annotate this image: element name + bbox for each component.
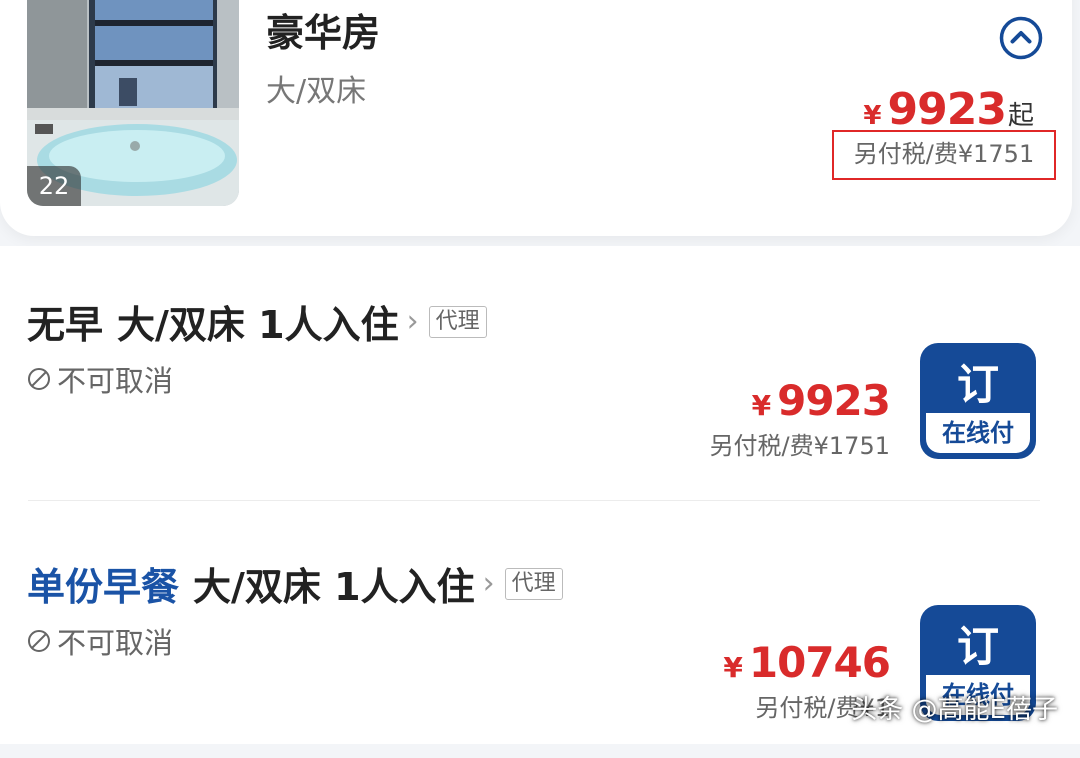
tax-fee-note-highlighted: 另付税/费¥1751 bbox=[832, 130, 1056, 180]
meal-plan: 无早 bbox=[27, 303, 104, 347]
agent-tag: 代理 bbox=[428, 305, 487, 338]
rate-price: ¥ 10746 bbox=[723, 638, 891, 687]
book-button[interactable]: 订 在线付 bbox=[920, 343, 1036, 459]
room-card: 22 豪华房 大/双床 ¥ 9923 起 另付税/费¥1751 bbox=[0, 0, 1072, 236]
price-value: 9923 bbox=[887, 84, 1007, 135]
price-from-suffix: 起 bbox=[1007, 101, 1034, 131]
rate-price: ¥ 9923 bbox=[751, 376, 891, 425]
chevron-right-icon: › bbox=[406, 304, 419, 339]
room-photo[interactable]: 22 bbox=[27, 0, 239, 206]
meal-plan: 单份早餐 bbox=[27, 565, 180, 609]
rate-plan-list: 无早 大/双床 1人入住 › 代理 不可取消 ¥ 9923 另付税/费¥1751… bbox=[0, 246, 1080, 744]
rate-plan-title[interactable]: 单份早餐 大/双床 1人入住 › 代理 bbox=[27, 556, 563, 611]
room-title: 豪华房 bbox=[266, 11, 381, 55]
cancel-policy-text: 不可取消 bbox=[57, 626, 174, 660]
photo-count-badge: 22 bbox=[27, 166, 81, 206]
book-label: 订 bbox=[956, 360, 999, 409]
rate-plan-item[interactable]: 无早 大/双床 1人入住 › 代理 不可取消 ¥ 9923 另付税/费¥1751… bbox=[0, 246, 1080, 496]
book-label: 订 bbox=[956, 622, 999, 671]
ban-icon bbox=[28, 368, 50, 390]
price-value: 9923 bbox=[777, 376, 891, 425]
pay-online-label: 在线付 bbox=[926, 413, 1030, 453]
cancel-policy-text: 不可取消 bbox=[57, 364, 174, 398]
chevron-right-icon: › bbox=[482, 566, 495, 601]
room-bed-type: 大/双床 bbox=[266, 74, 367, 109]
cancel-policy: 不可取消 bbox=[27, 620, 173, 662]
chevron-up-circle-icon[interactable] bbox=[998, 15, 1044, 61]
tax-fee-note: 另付税/费¥1751 bbox=[709, 432, 890, 460]
room-price: ¥ 9923 起 bbox=[863, 84, 1034, 135]
bed-occupancy: 大/双床 1人入住 bbox=[117, 303, 399, 347]
divider bbox=[28, 500, 1040, 501]
ban-icon bbox=[28, 630, 50, 652]
bed-occupancy: 大/双床 1人入住 bbox=[193, 565, 475, 609]
watermark: 头条 @高能E蓓子 bbox=[851, 695, 1058, 725]
cancel-policy: 不可取消 bbox=[27, 358, 173, 400]
agent-tag: 代理 bbox=[504, 567, 563, 600]
rate-plan-title[interactable]: 无早 大/双床 1人入住 › 代理 bbox=[27, 294, 487, 349]
currency-symbol: ¥ bbox=[751, 389, 772, 422]
currency-symbol: ¥ bbox=[863, 101, 882, 131]
currency-symbol: ¥ bbox=[723, 651, 743, 684]
price-value: 10746 bbox=[748, 638, 891, 687]
